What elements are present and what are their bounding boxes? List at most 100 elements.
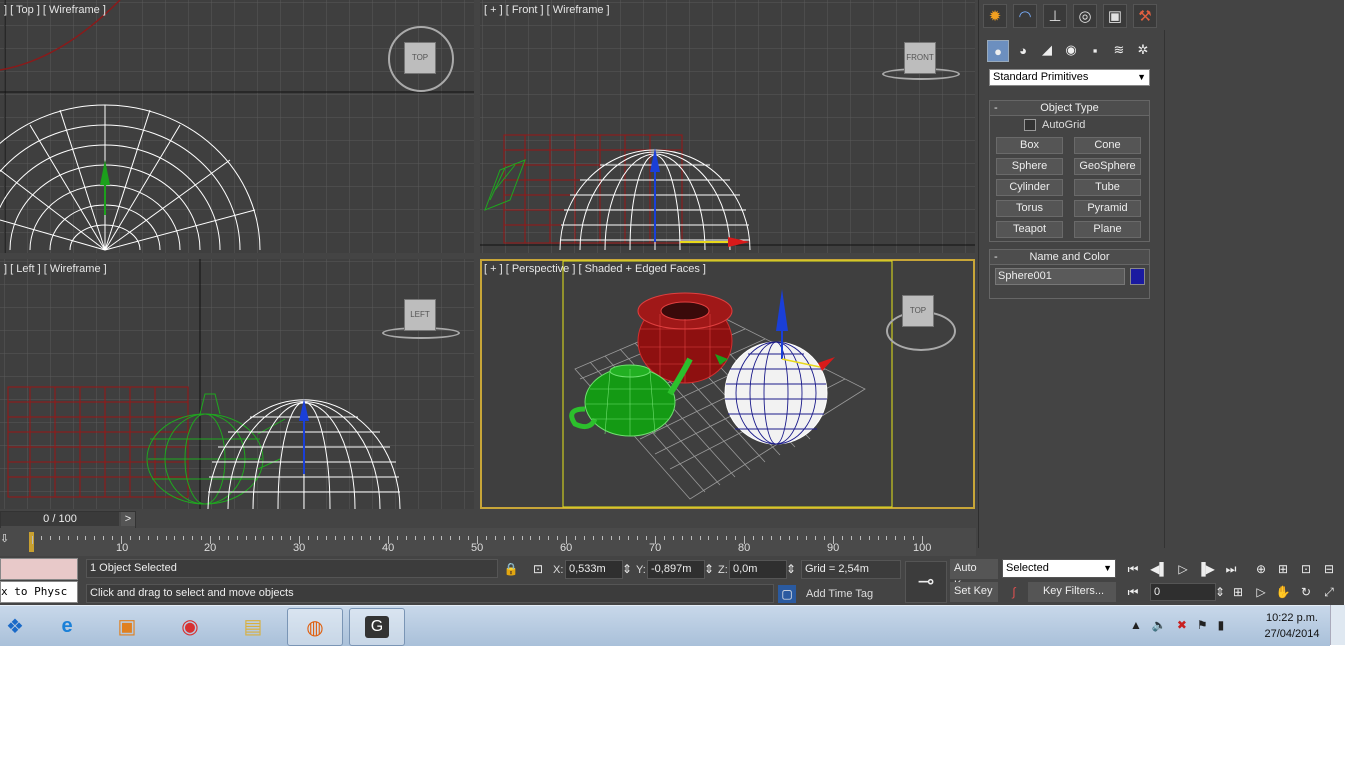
primitive-type-dropdown[interactable]: Standard Primitives ▼ (989, 69, 1150, 86)
y-coordinate-input[interactable]: -0,897m (647, 560, 705, 579)
maximize-viewport-icon[interactable]: ⤢ (1320, 583, 1338, 601)
action-center-icon[interactable]: ⚑ (1197, 618, 1208, 632)
maxscript-listener-box[interactable] (0, 558, 78, 580)
play-icon[interactable]: ▷ (1174, 560, 1192, 578)
pan-icon[interactable]: ✋ (1274, 583, 1292, 601)
object-type-header[interactable]: - Object Type (990, 101, 1149, 116)
firefox-icon[interactable]: ◍ (287, 608, 343, 646)
modify-icon[interactable]: ◠ (1013, 4, 1037, 28)
frame-spinner-icon[interactable]: ⇕ (1215, 583, 1225, 601)
field-of-view-icon[interactable]: ▷ (1252, 583, 1270, 601)
volume-icon[interactable]: 🔈 (1152, 618, 1167, 632)
time-tag-icon[interactable]: ▢ (778, 585, 796, 603)
zoom-all-icon[interactable]: ⊞ (1274, 560, 1292, 578)
zoom-extents-all-icon[interactable]: ⊟ (1320, 560, 1338, 578)
track-bar-icon[interactable]: ⇩ (0, 532, 10, 550)
z-spinner-icon[interactable]: ⇕ (786, 560, 796, 578)
lock-icon[interactable]: 🔒 (502, 560, 520, 578)
auto-key-button[interactable]: Auto Key (950, 559, 998, 591)
signal-icon[interactable]: ▮ (1218, 618, 1225, 632)
torus-button[interactable]: Torus (996, 200, 1063, 217)
z-coordinate-input[interactable]: 0,0m (729, 560, 787, 579)
tube-button[interactable]: Tube (1074, 179, 1141, 196)
ie-icon[interactable]: e (40, 608, 94, 644)
create-icon[interactable]: ✹ (983, 4, 1007, 28)
key-mode-dropdown[interactable]: Selected ▼ (1002, 559, 1116, 578)
track-bar-tick (788, 536, 790, 540)
viewport-top-label[interactable]: ] [ Top ] [ Wireframe ] (4, 4, 106, 16)
viewport-front[interactable]: [ + ] [ Front ] [ Wireframe ] FRONT (480, 0, 975, 253)
x-coordinate-input[interactable]: 0,533m (565, 560, 623, 579)
geometry-icon[interactable]: ● (987, 40, 1009, 62)
spacewarps-icon[interactable]: ≋ (1109, 40, 1129, 60)
go-to-start-icon[interactable]: ⏮ (1124, 560, 1142, 578)
y-spinner-icon[interactable]: ⇕ (704, 560, 714, 578)
shapes-icon[interactable]: ◕ (1013, 40, 1033, 60)
key-filters-button[interactable]: Key Filters... (1028, 582, 1116, 602)
display-icon[interactable]: ▣ (1103, 4, 1127, 28)
track-bar[interactable]: ⇩ 10 20 30 40 50 60 70 80 90 100 (0, 528, 976, 556)
maxscript-input[interactable]: x to Physc (0, 581, 78, 603)
object-name-input[interactable]: Sphere001 (995, 268, 1125, 285)
lights-icon[interactable]: ◢ (1037, 40, 1057, 60)
cone-button[interactable]: Cone (1074, 137, 1141, 154)
network-error-icon[interactable]: ✖ (1177, 618, 1187, 632)
3dsmax-icon[interactable]: G (349, 608, 405, 646)
utilities-icon[interactable]: ⚒ (1133, 4, 1157, 28)
viewport-perspective-label[interactable]: [ + ] [ Perspective ] [ Shaded + Edged F… (484, 263, 706, 275)
viewcube-top[interactable]: TOP (404, 42, 436, 74)
app-window: ] [ Top ] [ Wireframe ] TOP [+] [Fron… (0, 0, 1344, 605)
taskbar-clock[interactable]: 10:22 p.m. 27/04/2014 (1256, 610, 1328, 642)
show-desktop-button[interactable] (1330, 605, 1345, 645)
next-frame-button[interactable]: > (121, 512, 135, 526)
name-color-header[interactable]: - Name and Color (990, 250, 1149, 265)
next-frame-icon[interactable]: ▐▶ (1197, 560, 1215, 578)
sphere-button[interactable]: Sphere (996, 158, 1063, 175)
hierarchy-icon[interactable]: ⊥ (1043, 4, 1067, 28)
x-spinner-icon[interactable]: ⇕ (622, 560, 632, 578)
box-button[interactable]: Box (996, 137, 1063, 154)
viewport-perspective[interactable]: [ + ] [ Perspective ] [ Shaded + Edged F… (480, 259, 975, 509)
time-slider[interactable]: 0 / 100 > (0, 511, 136, 529)
pyramid-button[interactable]: Pyramid (1074, 200, 1141, 217)
start-icon[interactable]: ❖ (0, 608, 42, 644)
viewcube-perspective[interactable]: TOP (902, 295, 934, 327)
orbit-icon[interactable]: ↻ (1297, 583, 1315, 601)
chrome-icon[interactable]: ◉ (163, 608, 217, 644)
viewport-left-label[interactable]: ] [ Left ] [ Wireframe ] (4, 263, 107, 275)
zoom-icon[interactable]: ⊕ (1252, 560, 1270, 578)
add-time-tag-button[interactable]: Add Time Tag (806, 588, 873, 600)
track-bar-tick (361, 536, 363, 540)
zoom-extents-icon[interactable]: ⊡ (1297, 560, 1315, 578)
time-slider-thumb[interactable]: 0 / 100 (1, 512, 119, 526)
set-key-mode-icon[interactable]: ⊸ (905, 561, 947, 603)
show-hidden-icons-icon[interactable]: ▲ (1130, 618, 1142, 632)
key-mode-toggle-icon[interactable]: ⏮ (1124, 583, 1142, 601)
cylinder-button[interactable]: Cylinder (996, 179, 1063, 196)
go-to-end-icon[interactable]: ⏭ (1222, 560, 1240, 578)
viewcube-left[interactable]: LEFT (404, 299, 436, 331)
helpers-icon[interactable]: ▪ (1085, 40, 1105, 60)
track-bar-tick (485, 536, 487, 540)
viewport-left[interactable]: ] [ Left ] [ Wireframe ] LEFT (0, 259, 474, 509)
cameras-icon[interactable]: ◉ (1061, 40, 1081, 60)
systems-icon[interactable]: ✲ (1133, 40, 1153, 60)
object-color-swatch[interactable] (1130, 268, 1145, 285)
set-key-button[interactable]: Set Key (950, 582, 998, 602)
explorer-icon[interactable]: ▤ (226, 608, 280, 644)
motion-icon[interactable]: ◎ (1073, 4, 1097, 28)
viewport-front-label[interactable]: [ + ] [ Front ] [ Wireframe ] (484, 4, 610, 16)
current-frame-input[interactable]: 0 (1150, 583, 1216, 601)
track-bar-tick (174, 536, 176, 540)
viewcube-front[interactable]: FRONT (904, 42, 936, 74)
previous-frame-icon[interactable]: ◀▌ (1150, 560, 1168, 578)
absolute-mode-icon[interactable]: ⊡ (529, 560, 547, 578)
autogrid-checkbox[interactable]: AutoGrid (1024, 119, 1085, 131)
viewport-top[interactable]: ] [ Top ] [ Wireframe ] TOP (0, 0, 474, 253)
media-icon[interactable]: ▣ (100, 608, 154, 644)
geosphere-button[interactable]: GeoSphere (1074, 158, 1141, 175)
teapot-button[interactable]: Teapot (996, 221, 1063, 238)
key-tangent-icon[interactable]: ∫ (1005, 583, 1023, 601)
time-configuration-icon[interactable]: ⊞ (1229, 583, 1247, 601)
plane-button[interactable]: Plane (1074, 221, 1141, 238)
